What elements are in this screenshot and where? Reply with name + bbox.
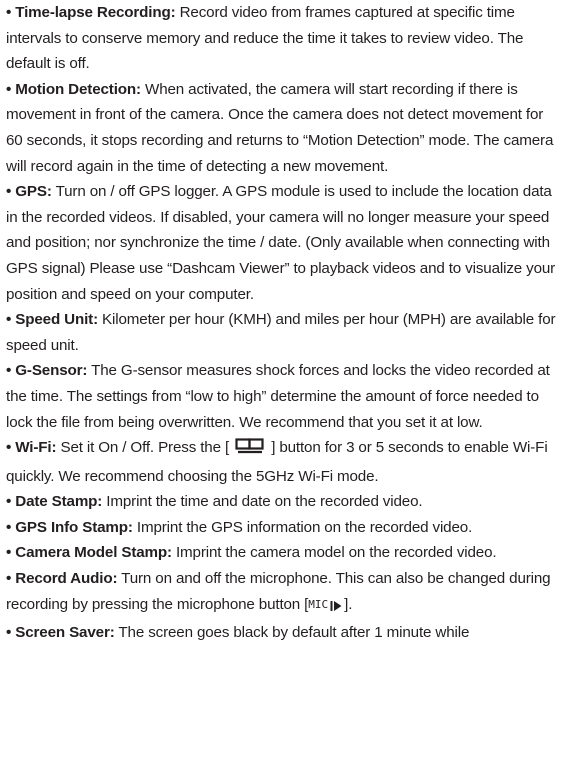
settings-description-list: • Time-lapse Recording: Record video fro… <box>6 0 558 646</box>
bullet: • <box>6 518 12 536</box>
bullet: • <box>6 362 12 380</box>
description-screen-saver: The screen goes black by default after 1… <box>114 624 470 642</box>
list-item-wi-fi: • Wi-Fi: Set it On / Off. Press the [ ] … <box>6 435 558 489</box>
description-wi-fi-part1: Set it On / Off. Press the [ <box>56 439 230 457</box>
term-wi-fi: Wi-Fi: <box>15 439 57 457</box>
list-item-gps-info-stamp: • GPS Info Stamp: Imprint the GPS inform… <box>6 515 558 541</box>
description-gps: Turn on / off GPS logger. A GPS module i… <box>6 183 556 303</box>
bullet: • <box>6 311 12 329</box>
list-item-time-lapse-recording: • Time-lapse Recording: Record video fro… <box>6 0 558 77</box>
bullet: • <box>6 544 12 562</box>
description-g-sensor: The G-sensor measures shock forces and l… <box>6 362 550 431</box>
list-item-motion-detection: • Motion Detection: When activated, the … <box>6 77 558 179</box>
term-screen-saver: Screen Saver: <box>15 624 115 642</box>
list-item-camera-model-stamp: • Camera Model Stamp: Imprint the camera… <box>6 540 558 566</box>
bullet: • <box>6 570 12 588</box>
bullet: • <box>6 624 12 642</box>
bullet: • <box>6 493 12 511</box>
term-time-lapse-recording: Time-lapse Recording: <box>15 4 176 21</box>
term-gps: GPS: <box>15 183 52 201</box>
term-camera-model-stamp: Camera Model Stamp: <box>15 544 172 562</box>
list-item-speed-unit: • Speed Unit: Kilometer per hour (KMH) a… <box>6 307 558 358</box>
play-pause-icon <box>330 595 342 621</box>
description-camera-model-stamp: Imprint the camera model on the recorded… <box>171 544 497 562</box>
list-item-g-sensor: • G-Sensor: The G-sensor measures shock … <box>6 358 558 435</box>
term-date-stamp: Date Stamp: <box>15 493 103 511</box>
mic-key-label: MIC <box>308 597 329 611</box>
description-record-audio-part2: ]. <box>344 595 353 613</box>
bullet: • <box>6 80 12 98</box>
bullet: • <box>6 183 12 201</box>
term-g-sensor: G-Sensor: <box>15 362 88 380</box>
bullet: • <box>6 439 12 457</box>
screen-button-icon <box>235 437 265 464</box>
bullet: • <box>6 4 12 21</box>
description-date-stamp: Imprint the time and date on the recorde… <box>102 493 423 511</box>
term-speed-unit: Speed Unit: <box>15 311 98 329</box>
term-record-audio: Record Audio: <box>15 570 118 588</box>
term-motion-detection: Motion Detection: <box>15 80 141 98</box>
description-gps-info-stamp: Imprint the GPS information on the recor… <box>132 518 473 536</box>
list-item-gps: • GPS: Turn on / off GPS logger. A GPS m… <box>6 179 558 307</box>
term-gps-info-stamp: GPS Info Stamp: <box>15 518 133 536</box>
list-item-date-stamp: • Date Stamp: Imprint the time and date … <box>6 489 558 515</box>
list-item-record-audio: • Record Audio: Turn on and off the micr… <box>6 566 558 620</box>
list-item-screen-saver: • Screen Saver: The screen goes black by… <box>6 620 558 646</box>
